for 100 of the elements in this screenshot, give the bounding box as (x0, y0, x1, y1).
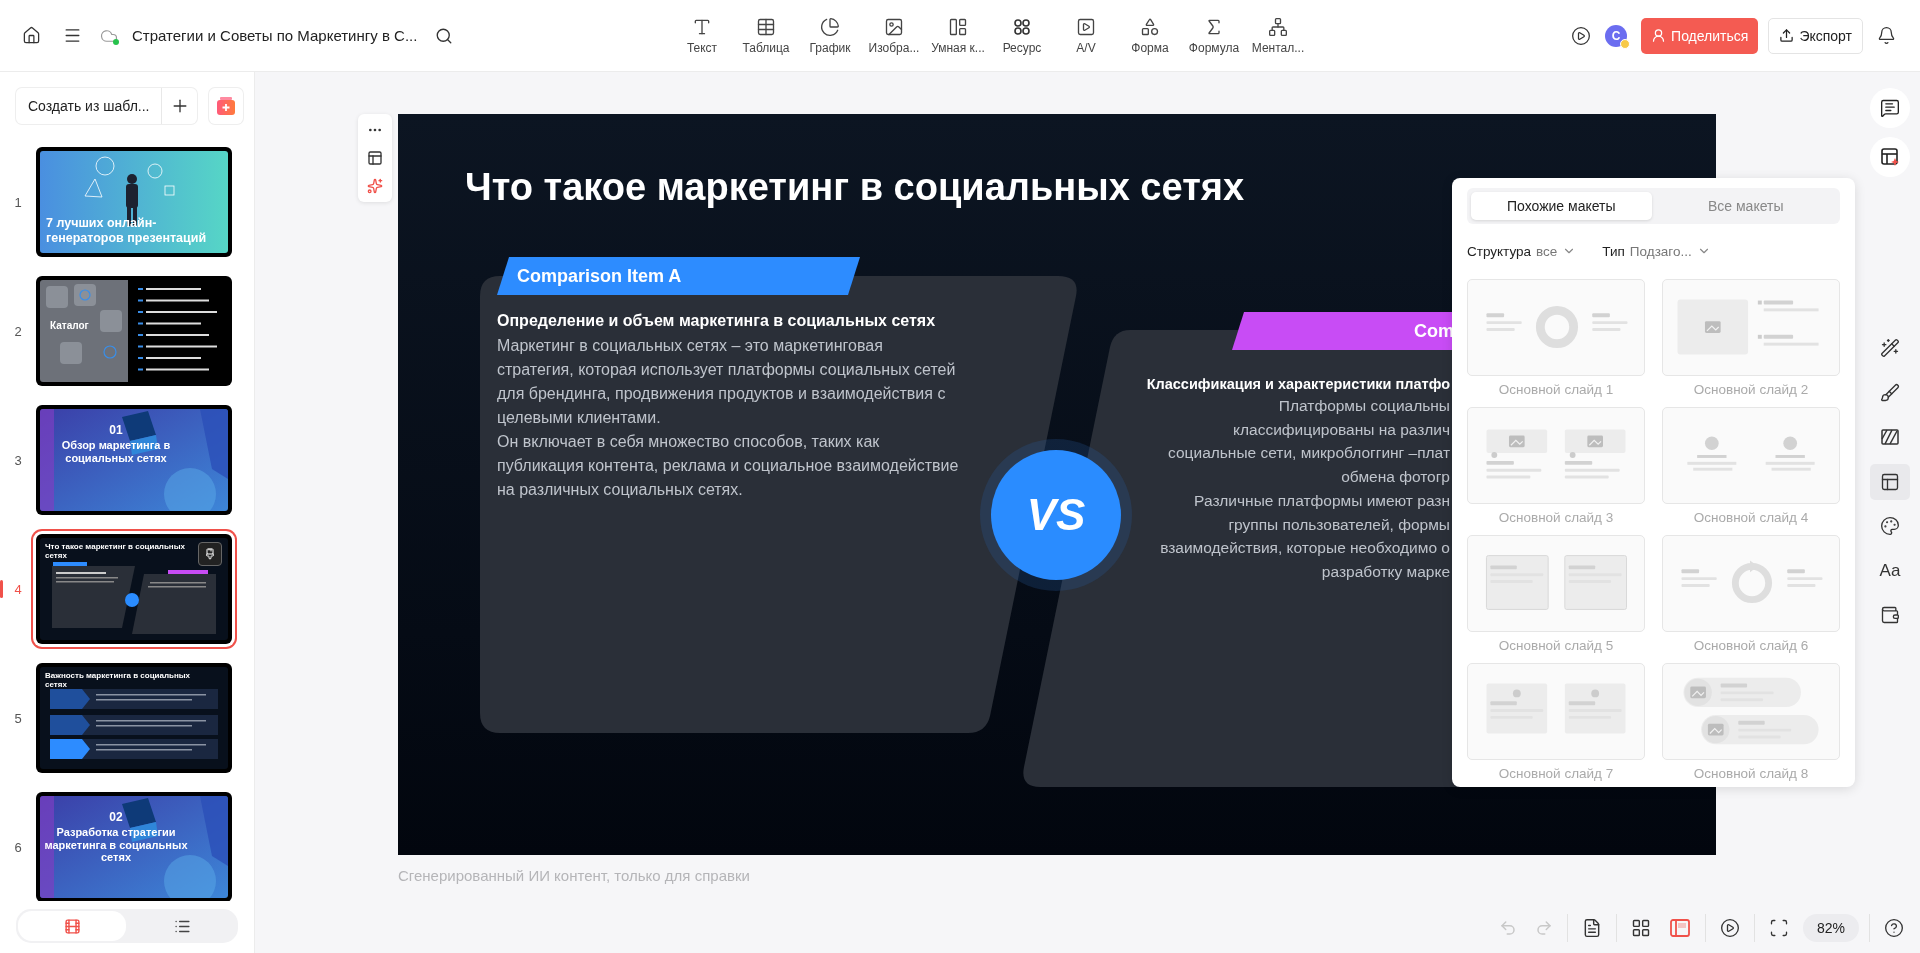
slide-title: Что такое маркетинг в социальных сетях (45, 542, 186, 561)
card-heading: Классификация и характеристики платфо (1146, 376, 1450, 392)
image-icon (884, 16, 904, 37)
shape-tool[interactable]: Форма (1118, 16, 1182, 55)
pie-chart-icon (820, 16, 840, 37)
slide-title: 7 лучших онлайн-генераторов презентаций (46, 216, 208, 245)
slide-view-icon (1669, 917, 1691, 939)
home-icon (22, 26, 41, 45)
card-text-line: разработку марке (1321, 561, 1450, 582)
card-text-line: социальные сети, микроблоггинг –плат (1168, 443, 1450, 464)
image-tool[interactable]: Изобра... (862, 16, 926, 55)
slide-title: Обзор маркетинга в социальных сетях (60, 439, 172, 465)
layout-tab[interactable]: Похожие макеты (1471, 192, 1652, 220)
layout-name: Основной слайд 6 (1693, 637, 1809, 655)
menu-icon (63, 26, 82, 45)
table-icon (756, 16, 776, 37)
layout-icon (1880, 471, 1900, 492)
slide-number: 1 (13, 194, 23, 210)
slide-thumbnail[interactable]: 01 Обзор маркетинга в социальных сетях (36, 405, 232, 515)
magic-wand-icon (1880, 338, 1900, 358)
grid-icon (1631, 918, 1651, 938)
section-number: 01 (108, 423, 124, 437)
card-text-line: группы пользователей, формы (1228, 514, 1450, 535)
layout-icon (948, 16, 968, 37)
create-from-template-button[interactable]: Создать из шабл... (16, 88, 162, 124)
play-icon (1571, 25, 1592, 46)
card-text-line: классифицированы на различ (1233, 419, 1450, 440)
create-from-template-control[interactable]: Создать из шабл... (16, 88, 198, 124)
help-icon (1884, 918, 1904, 938)
filter-dropdown[interactable]: Структура все (1467, 243, 1577, 259)
chart-tool[interactable]: График (798, 16, 862, 55)
add-card-icon (215, 95, 238, 117)
slide-number: 5 (13, 710, 23, 726)
layout-sparkle-icon (1879, 146, 1901, 168)
upload-icon (1779, 28, 1795, 43)
redo-icon (1535, 919, 1553, 937)
layout-name: Основной слайд 3 (1498, 509, 1614, 527)
slide-title: Важность маркетинга в социальных сетях (45, 671, 192, 690)
resource-tool[interactable]: Ресурс (990, 16, 1054, 55)
play-icon (1720, 918, 1740, 938)
format-brush-button[interactable] (198, 542, 222, 566)
layout-name: Основной слайд 2 (1693, 381, 1809, 399)
layout-icon (367, 150, 383, 166)
slide-thumbnail[interactable]: 02 Разработка стратегии маркетинга в социальных сетях (36, 792, 232, 901)
mind-map-icon (1268, 16, 1288, 37)
table-tool[interactable]: Таблица (734, 16, 798, 55)
document-title[interactable]: Стратегии и Советы по Маркетингу в С... (132, 27, 418, 44)
slide-title: Каталог (50, 320, 89, 332)
section-number: 02 (108, 810, 124, 824)
comparison-tag: Comparison Item A (497, 257, 860, 295)
card-paragraph: Маркетинг в социальных сетях – это маркетинговая стратегия, которая использует платформы социальных сетей для брендинга, продвижения продуктов и взаимодействия с целевыми клиентами. (497, 336, 957, 428)
four-circles-icon (1012, 16, 1032, 37)
sparkles-icon (367, 178, 383, 194)
layout-tool-button[interactable] (1870, 463, 1910, 500)
undo-icon (1499, 919, 1517, 937)
layout-name: Основной слайд 4 (1693, 509, 1809, 527)
user-icon (1651, 28, 1667, 43)
font-button[interactable]: Aa (1870, 552, 1910, 589)
card-text-line: взаимодействия, которые необходимо о (1160, 538, 1450, 559)
export-button[interactable]: Экспорт (1768, 17, 1863, 54)
film-icon (63, 917, 81, 935)
slide-title: Что такое маркетинг в социальных сетях (465, 166, 1245, 209)
smart-tool[interactable]: Умная к... (926, 16, 990, 55)
fit-screen-icon (1769, 918, 1789, 938)
filter-dropdown[interactable]: Тип Подзаго... (1602, 243, 1711, 259)
slide-title: Разработка стратегии маркетинга в социальных сетях (44, 826, 188, 864)
slide-number: 3 (13, 452, 23, 468)
comments-button[interactable] (1870, 88, 1910, 128)
ai-layout-button[interactable] (1870, 137, 1910, 177)
video-icon (1076, 16, 1096, 37)
card-paragraph: Он включает в себя множество способов, таких как публикация контента, реклама и социальное взаимодействие на различных социальных сетях. (497, 432, 959, 500)
slide-number: 4 (13, 581, 23, 597)
card-text-line: Платформы социальны (1278, 396, 1450, 416)
filmstrip-view-button[interactable] (18, 911, 126, 941)
layout-name: Основной слайд 5 (1498, 637, 1614, 655)
slide-number: 2 (13, 323, 23, 339)
zoom-level[interactable]: 82% (1803, 914, 1859, 942)
search-icon (435, 26, 454, 45)
card-icon (1880, 605, 1900, 625)
vs-badge: VS (980, 439, 1132, 591)
card-heading: Определение и объем маркетинга в социальных сетях (497, 312, 937, 330)
layout-name: Основной слайд 7 (1498, 765, 1614, 783)
layout-name: Основной слайд 8 (1693, 765, 1809, 783)
palette-icon (1880, 516, 1900, 536)
text-tool[interactable]: Текст (670, 16, 734, 55)
ai-slide-button[interactable] (209, 88, 244, 124)
notes-icon (1582, 918, 1602, 938)
user-avatar[interactable]: C (1605, 24, 1628, 47)
mindmap-tool[interactable]: Ментал... (1246, 16, 1310, 55)
bell-icon (1877, 26, 1896, 45)
card-text-line: обмена фотогр (1341, 467, 1450, 488)
layout-name: Основной слайд 1 (1498, 381, 1614, 399)
media-tool[interactable]: A/V (1054, 16, 1118, 55)
slide-thumbnail[interactable]: Каталог (36, 276, 232, 386)
chat-icon (1880, 98, 1900, 118)
slide-thumbnail[interactable]: Важность маркетинга в социальных сетях (36, 663, 232, 773)
slide-number: 6 (13, 839, 23, 855)
formula-tool[interactable]: Формула (1182, 16, 1246, 55)
hatched-square-icon (1880, 427, 1900, 447)
card-text-line: Различные платформы имеют разн (1194, 490, 1450, 511)
